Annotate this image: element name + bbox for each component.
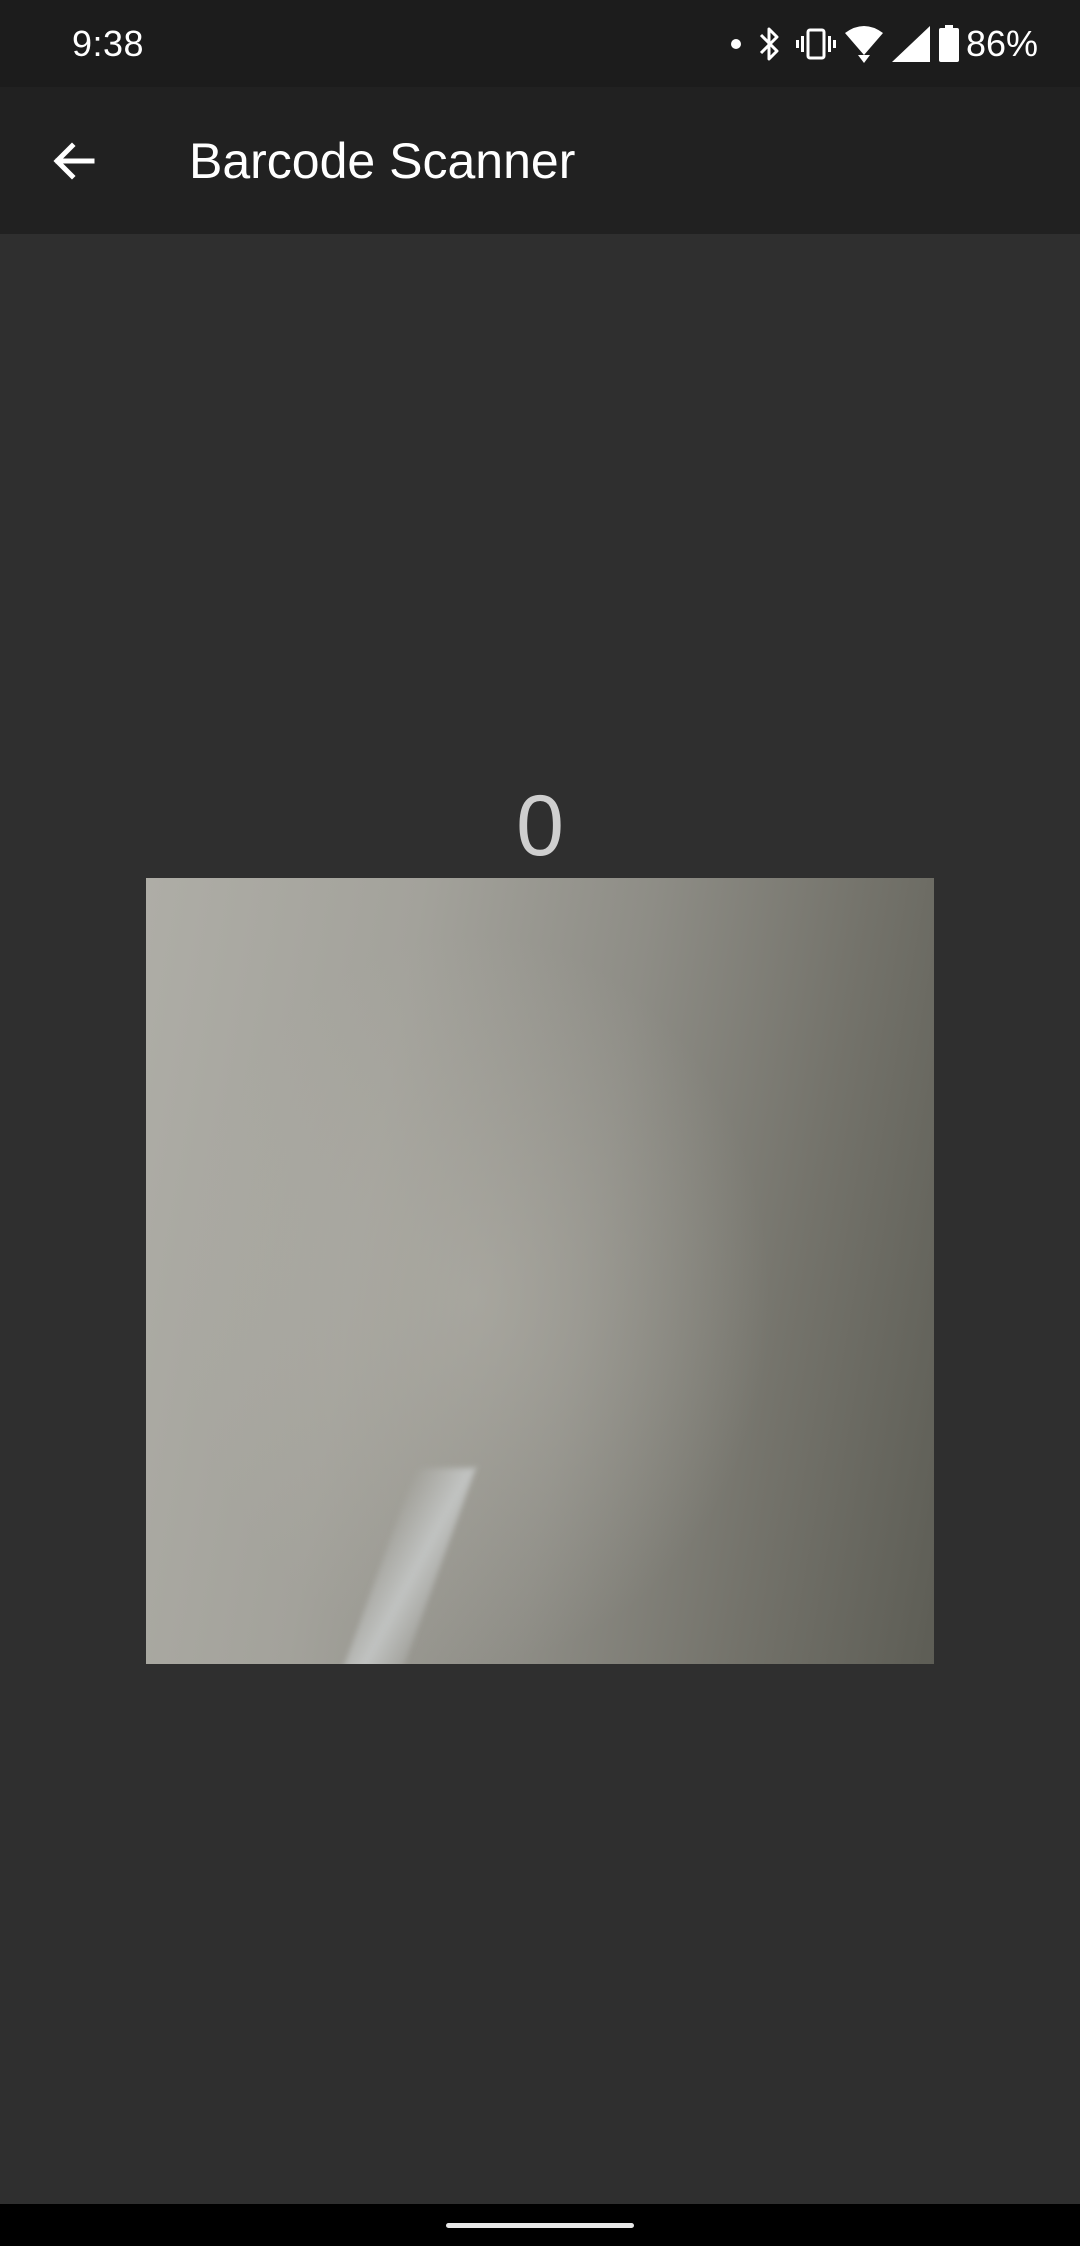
- page-title: Barcode Scanner: [189, 133, 576, 189]
- camera-preview[interactable]: [146, 878, 934, 1664]
- app-bar: Barcode Scanner: [0, 87, 1080, 234]
- navigation-bar: [0, 2204, 1080, 2246]
- screen: 9:38 86% Barcode Scanner 0: [0, 0, 1080, 2246]
- status-icons: 86%: [720, 20, 1038, 68]
- back-button[interactable]: [36, 119, 112, 203]
- home-indicator[interactable]: [446, 2223, 634, 2228]
- battery-percent: 86%: [965, 23, 1038, 64]
- wifi-icon: [844, 25, 884, 63]
- status-bar: 9:38 86%: [0, 0, 1080, 87]
- arrow-back-icon: [53, 142, 95, 180]
- battery-icon: [938, 25, 960, 63]
- camera-light-streak: [335, 1468, 477, 1664]
- notification-dot-icon: [730, 38, 742, 50]
- bluetooth-icon: [756, 25, 782, 63]
- scan-count: 0: [516, 778, 564, 874]
- cell-signal-icon: [891, 26, 930, 62]
- vibrate-icon: [795, 27, 836, 61]
- status-time: 9:38: [72, 23, 145, 64]
